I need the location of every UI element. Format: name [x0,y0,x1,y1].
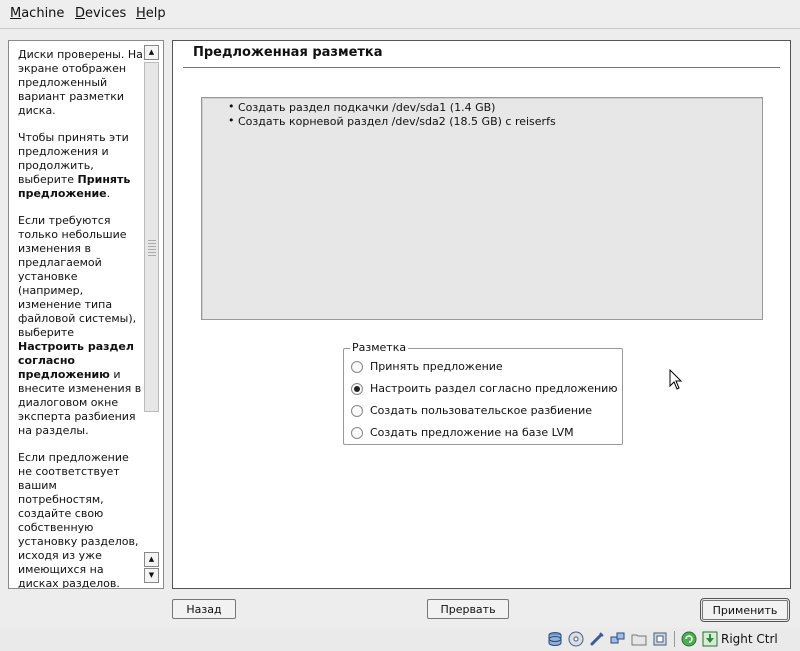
main-panel: Предложенная разметка Создать раздел под… [172,40,791,589]
menu-devices[interactable]: Devices [75,6,126,21]
help-paragraph: Чтобы принять эти предложения и продолжи… [18,131,131,200]
help-paragraph: Если предложение не соответствует вашим … [18,451,139,589]
scroll-up-button[interactable]: ▲ [144,45,159,60]
title-divider [183,67,780,68]
radio-button[interactable] [351,361,363,373]
host-key-icon[interactable] [702,631,718,647]
network-icon[interactable] [610,631,626,647]
statusbar-separator [674,631,675,647]
radio-button[interactable] [351,405,363,417]
abort-button[interactable]: Прервать [427,599,509,619]
help-paragraph: Диски проверены. На экране отображен пре… [18,48,143,117]
menubar: Machine Devices Help [0,0,800,29]
usb-icon[interactable] [589,631,605,647]
statusbar: Right Ctrl [0,628,800,651]
proposal-item: Создать корневой раздел /dev/sda2 (18.5 … [228,114,556,128]
vm-display: Диски проверены. На экране отображен пре… [0,29,800,628]
scrollbar-grip-icon [148,240,156,256]
help-panel: Диски проверены. На экране отображен пре… [8,40,164,589]
proposal-summary: Создать раздел подкачки /dev/sda1 (1.4 G… [201,97,763,320]
optical-disc-icon[interactable] [568,631,584,647]
help-text: Диски проверены. На экране отображен пре… [18,48,143,589]
scroll-down-button[interactable]: ▼ [144,568,159,583]
partitioning-group-legend: Разметка [350,341,409,354]
shared-folder-icon[interactable] [631,631,647,647]
radio-label: Создать пользовательское разбиение [370,404,592,417]
radio-button-checked[interactable] [351,383,363,395]
help-paragraph: Если требуются только небольшие изменени… [18,214,142,437]
back-button[interactable]: Назад [172,599,236,619]
radio-label: Создать предложение на базе LVM [370,426,574,439]
scroll-up-button-bottom[interactable]: ▲ [144,552,159,567]
page-title: Предложенная разметка [193,45,383,60]
menu-machine[interactable]: Machine [10,6,64,21]
mouse-integration-icon[interactable] [681,631,697,647]
hard-disk-icon[interactable] [547,631,563,647]
apply-button[interactable]: Применить [700,598,790,622]
radio-label: Принять предложение [370,360,503,373]
radio-label: Настроить раздел согласно предложению [370,382,618,395]
scrollbar-thumb[interactable] [144,62,159,412]
menu-help[interactable]: Help [136,6,166,21]
proposal-item: Создать раздел подкачки /dev/sda1 (1.4 G… [228,100,495,114]
video-capture-icon[interactable] [652,631,668,647]
help-scrollbar[interactable]: ▲ ▲ ▼ [144,45,159,584]
mouse-pointer-icon [669,369,683,390]
radio-button[interactable] [351,427,363,439]
partitioning-group: Разметка Принять предложение Настроить р… [343,341,623,445]
host-key-label: Right Ctrl [721,632,778,646]
